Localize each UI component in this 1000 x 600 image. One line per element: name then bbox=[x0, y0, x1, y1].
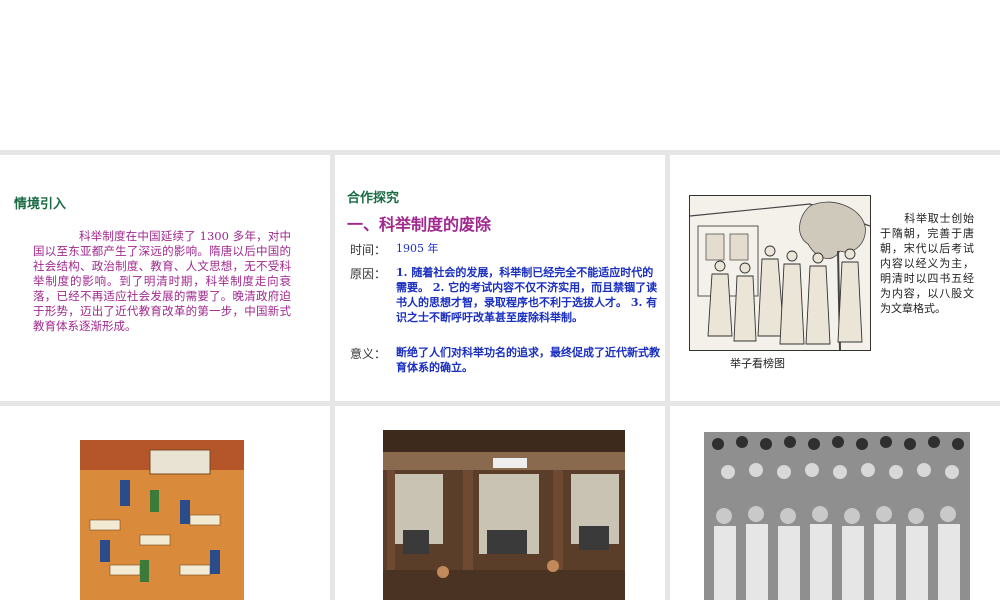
slide-body-text: 科举制度在中国延续了 1300 多年，对中国以至东亚都产生了深远的影响。隋唐以后… bbox=[33, 229, 291, 333]
reason-label: 原因： bbox=[350, 267, 387, 281]
reason-row: 原因： 1. 随着社会的发展，科举制已经完全不能适应时代的需要。 2. 它的考试… bbox=[350, 265, 660, 341]
meaning-value: 断绝了人们对科举功名的追求，最终促成了近代新式教育体系的确立。 bbox=[396, 346, 660, 374]
meaning-row: 意义： 断绝了人们对科举功名的追求，最终促成了近代新式教育体系的确立。 bbox=[350, 345, 660, 385]
reason-value: 1. 随着社会的发展，科举制已经完全不能适应时代的需要。 2. 它的考试内容不仅… bbox=[396, 266, 658, 324]
slide-heading: 合作探究 bbox=[347, 191, 400, 206]
blank-top-area bbox=[0, 0, 1000, 150]
time-row: 时间： 1905 年 bbox=[350, 241, 660, 261]
exam-results-illustration bbox=[689, 195, 871, 351]
exam-hall-painting bbox=[80, 440, 244, 600]
slide-title: 一、科举制度的废除 bbox=[347, 215, 492, 234]
slide-intro[interactable]: 情境引入 科举制度在中国延续了 1300 多年，对中国以至东亚都产生了深远的影响… bbox=[0, 155, 330, 401]
slide-exam-cell-model[interactable] bbox=[335, 406, 665, 600]
meaning-label: 意义： bbox=[350, 347, 387, 361]
model-image bbox=[383, 430, 625, 600]
slide-heading: 情境引入 bbox=[14, 197, 67, 212]
painting-image bbox=[80, 440, 244, 600]
time-label: 时间： bbox=[350, 243, 387, 257]
slide-cooperative-inquiry[interactable]: 合作探究 一、科举制度的废除 时间： 1905 年 原因： 1. 随着社会的发展… bbox=[335, 155, 665, 401]
exam-cell-model-photo bbox=[383, 430, 625, 600]
slide-students-photo[interactable] bbox=[670, 406, 1000, 600]
time-value: 1905 年 bbox=[396, 242, 439, 255]
side-text: 科举取士创始于隋朝，完善于唐朝，宋代以后考试内容以经义为主，明清时以四书五经为内… bbox=[880, 212, 974, 315]
group-photo-image bbox=[704, 432, 970, 600]
slide-exam-picture[interactable]: 举子看榜图 科举取士创始于隋朝，完善于唐朝，宋代以后考试内容以经义为主，明清时以… bbox=[670, 155, 1000, 401]
illustration-drawing bbox=[690, 196, 870, 350]
illustration-caption: 举子看榜图 bbox=[730, 357, 785, 370]
slide-painting[interactable] bbox=[0, 406, 330, 600]
students-group-photo bbox=[704, 432, 970, 600]
